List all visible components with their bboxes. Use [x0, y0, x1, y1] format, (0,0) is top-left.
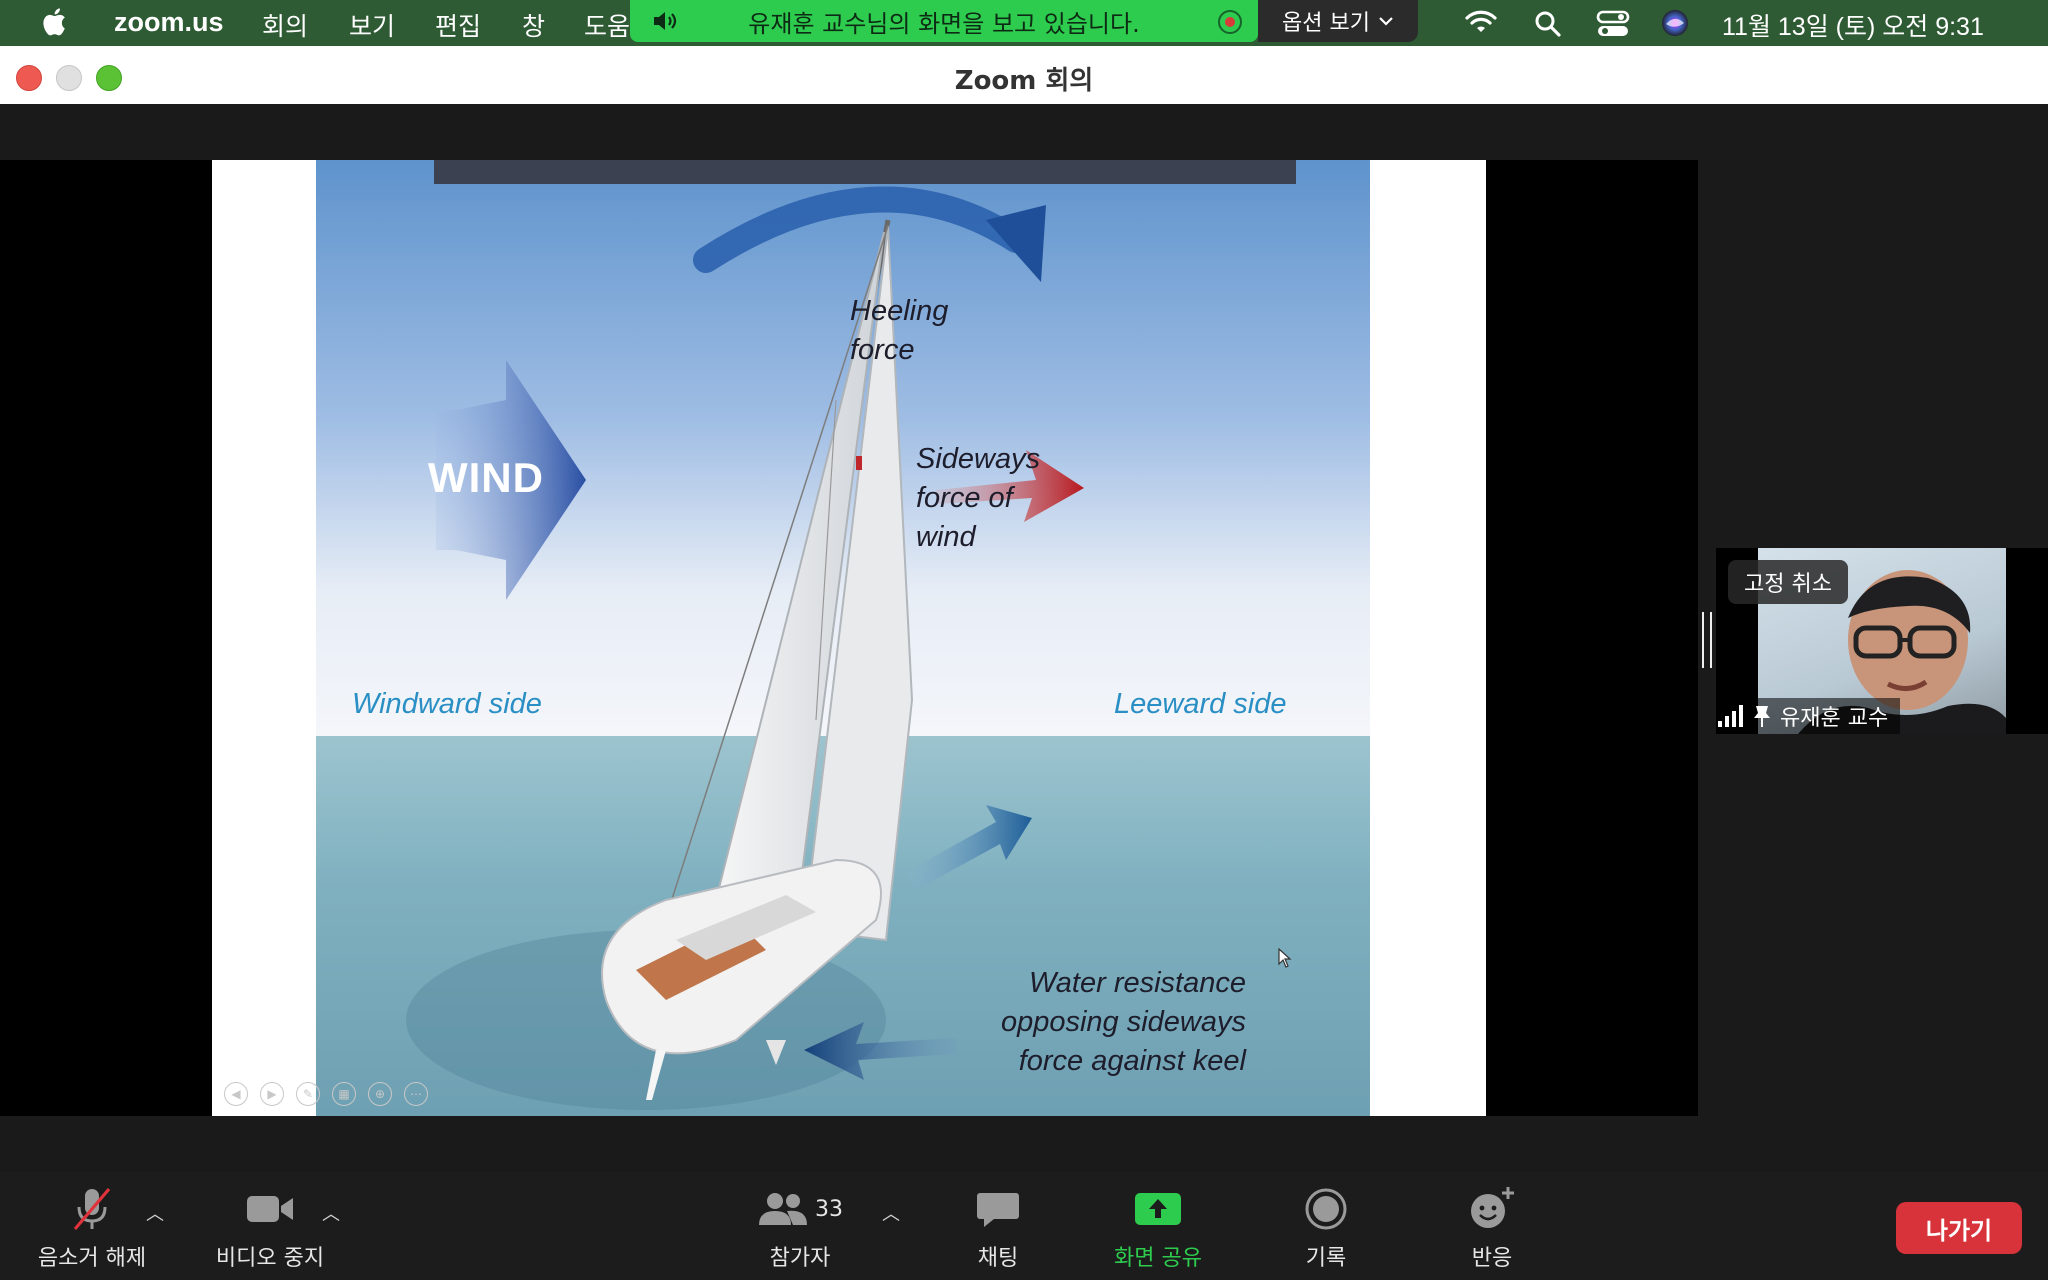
participants-label: 참가자: [769, 1246, 831, 1271]
water-resistance-label: Water resistance opposing sideways force…: [816, 964, 1246, 1081]
sailing-forces-diagram: WIND Heeling force Sideways force of win…: [316, 160, 1370, 1116]
chevron-down-icon: [1379, 17, 1393, 26]
siri-icon[interactable]: [1660, 8, 1690, 38]
reactions-label: 반응: [1471, 1246, 1513, 1271]
resize-handle[interactable]: [1702, 612, 1712, 668]
heeling-line-2: force: [850, 334, 915, 366]
chat-label: 채팅: [977, 1246, 1019, 1271]
participants-button[interactable]: 33 참가자: [754, 1184, 846, 1272]
next-slide-icon[interactable]: ▶: [260, 1082, 284, 1106]
window-title-bar: Zoom 회의: [0, 46, 2048, 105]
more-options-icon[interactable]: ⋯: [404, 1082, 428, 1106]
menu-edit[interactable]: 편집: [435, 7, 481, 43]
menu-meeting[interactable]: 회의: [262, 7, 308, 43]
apple-icon[interactable]: [40, 6, 72, 38]
windward-side-label: Windward side: [352, 688, 542, 720]
participants-count: 33: [815, 1196, 843, 1222]
audio-options-chevron-icon[interactable]: ︿: [146, 1200, 164, 1226]
menu-view[interactable]: 보기: [349, 7, 395, 43]
slide-show-controls: ◀ ▶ ✎ ▦ ⊕ ⋯: [224, 1082, 428, 1106]
video-options-chevron-icon[interactable]: ︿: [322, 1200, 340, 1226]
reactions-button[interactable]: 반응: [1452, 1184, 1532, 1272]
pin-icon: [1754, 706, 1770, 727]
zoom-icon[interactable]: ⊕: [368, 1082, 392, 1106]
view-options-button[interactable]: 옵션 보기: [1258, 0, 1418, 42]
record-button[interactable]: 기록: [1286, 1184, 1366, 1272]
leave-meeting-button[interactable]: 나가기: [1896, 1202, 2022, 1254]
menu-window[interactable]: 창: [522, 7, 545, 43]
unpin-video-button[interactable]: 고정 취소: [1728, 560, 1848, 604]
slides-grid-icon[interactable]: ▦: [332, 1082, 356, 1106]
control-center-icon[interactable]: [1596, 10, 1630, 38]
record-icon: [1305, 1188, 1347, 1230]
meeting-toolbar: 음소거 해제 ︿ 비디오 중지 ︿ 33 참가자 ︿ 채팅 화면 공유 기록 반…: [0, 1172, 2048, 1280]
participants-options-chevron-icon[interactable]: ︿: [882, 1200, 900, 1226]
share-screen-icon: [1135, 1193, 1181, 1225]
stop-video-button[interactable]: 비디오 중지: [210, 1184, 330, 1272]
sideways-force-label: Sideways force of wind: [916, 440, 1040, 557]
participant-name: 유재훈 교수: [1780, 706, 1889, 731]
participants-icon: [759, 1193, 807, 1225]
heeling-force-label: Heeling force: [850, 292, 948, 370]
sideways-line-2: force of: [916, 482, 1013, 514]
speaker-icon[interactable]: [652, 10, 678, 32]
shared-slide: WIND Heeling force Sideways force of win…: [212, 160, 1486, 1116]
stop-video-label: 비디오 중지: [215, 1246, 325, 1271]
sideways-line-3: wind: [916, 521, 976, 553]
viewing-share-text: 유재훈 교수님의 화면을 보고 있습니다.: [748, 9, 1140, 38]
sideways-line-1: Sideways: [916, 443, 1041, 475]
spotlight-search-icon[interactable]: [1534, 10, 1562, 38]
wind-label: WIND: [428, 454, 544, 501]
reaction-smiley-icon: [1471, 1187, 1514, 1228]
chat-bubble-icon: [977, 1193, 1019, 1227]
video-camera-icon: [247, 1196, 293, 1222]
record-label: 기록: [1305, 1246, 1347, 1271]
unmute-button[interactable]: 음소거 해제: [32, 1184, 152, 1272]
app-menu-zoom[interactable]: zoom.us: [114, 7, 224, 38]
mouse-cursor-icon: [1278, 948, 1292, 968]
wifi-icon[interactable]: [1464, 10, 1498, 36]
unmute-label: 음소거 해제: [37, 1246, 147, 1271]
signal-strength-icon: [1718, 705, 1743, 727]
shared-screen-area[interactable]: WIND Heeling force Sideways force of win…: [0, 160, 1698, 1116]
window-title: Zoom 회의: [954, 66, 1094, 96]
meeting-stage: WIND Heeling force Sideways force of win…: [0, 104, 2048, 1172]
microphone-muted-icon: [73, 1187, 111, 1231]
share-screen-label: 화면 공유: [1114, 1246, 1202, 1271]
participant-name-tag: 유재훈 교수: [1716, 698, 1901, 734]
leeward-side-label: Leeward side: [1114, 688, 1287, 720]
view-options-label: 옵션 보기: [1282, 11, 1370, 36]
viewing-share-banner: 유재훈 교수님의 화면을 보고 있습니다.: [630, 0, 1258, 42]
clock[interactable]: 11월 13일 (토) 오전 9:31: [1722, 7, 1984, 43]
heeling-line-1: Heeling: [850, 295, 949, 327]
pen-icon[interactable]: ✎: [296, 1082, 320, 1106]
water-line-2: opposing sideways: [1000, 1006, 1246, 1038]
participant-video-tile[interactable]: 고정 취소 유재훈 교수: [1716, 548, 2048, 734]
water-line-1: Water resistance: [1028, 967, 1246, 999]
menu-help[interactable]: 도움: [584, 7, 630, 43]
chat-button[interactable]: 채팅: [958, 1184, 1038, 1272]
previous-slide-icon[interactable]: ◀: [224, 1082, 248, 1106]
recording-indicator-icon: [1218, 10, 1242, 34]
share-screen-button[interactable]: 화면 공유: [1106, 1184, 1210, 1272]
water-line-3: force against keel: [1018, 1045, 1246, 1077]
